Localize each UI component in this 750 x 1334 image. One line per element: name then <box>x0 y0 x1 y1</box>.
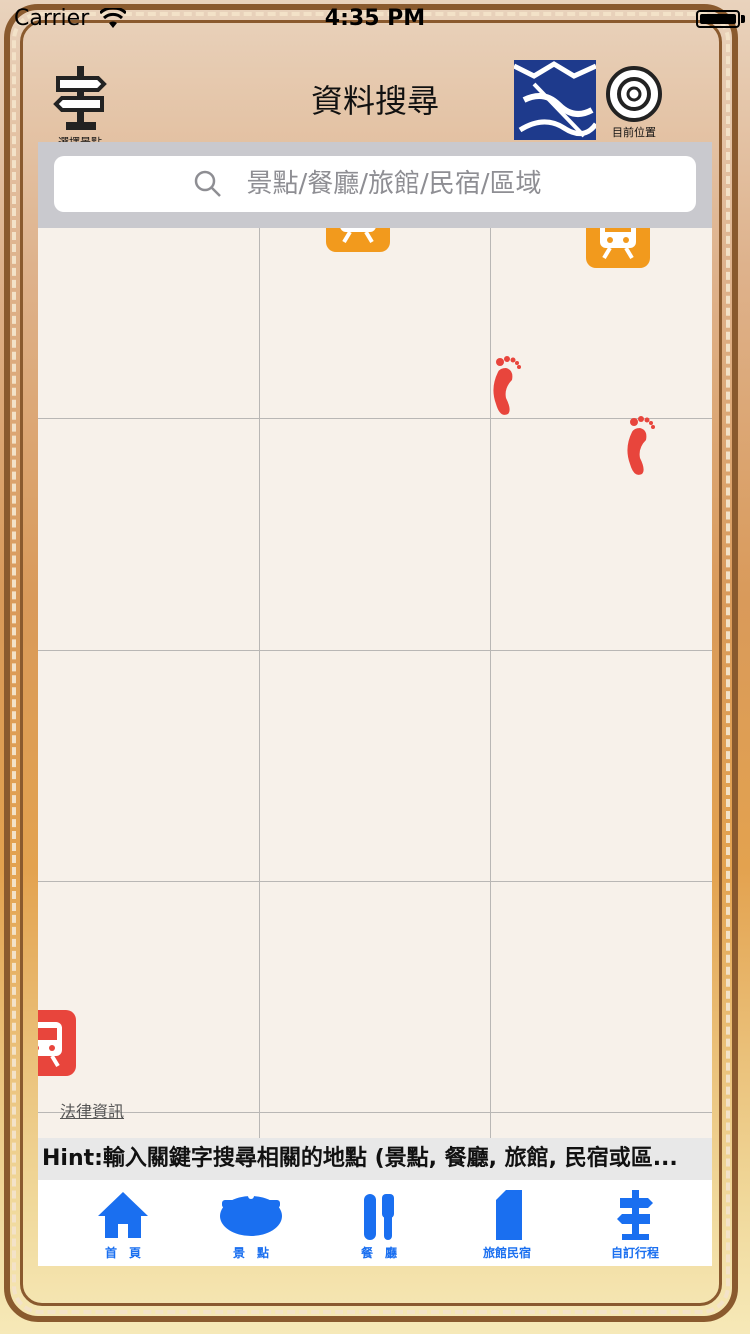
current-location-label: 目前位置 <box>612 126 656 139</box>
tab-restaurants-label: 餐 廳 <box>360 1246 397 1260</box>
attraction-icon <box>220 1193 282 1236</box>
battery-tip <box>741 15 745 23</box>
brand-logo <box>514 60 596 140</box>
tab-hotels-label: 旅館民宿 <box>482 1246 531 1260</box>
legal-info-link[interactable]: 法律資訊 <box>60 1098 124 1122</box>
home-icon <box>98 1192 148 1238</box>
tab-home[interactable]: 首 頁 <box>78 1186 168 1262</box>
status-bar: Carrier 4:35 PM <box>0 0 750 40</box>
navigation-bar: 選擇景點 資料搜尋 目前位置 <box>38 50 712 149</box>
map-grid-line <box>259 228 260 1138</box>
tab-itinerary[interactable]: 自訂行程 <box>590 1186 680 1262</box>
footprint-marker[interactable] <box>488 354 522 420</box>
tab-home-label: 首 頁 <box>104 1246 141 1260</box>
map-grid-line <box>38 1112 712 1113</box>
search-input[interactable] <box>54 156 696 212</box>
footprint-marker[interactable] <box>622 414 656 480</box>
status-time: 4:35 PM <box>324 6 426 31</box>
train-marker[interactable] <box>326 228 390 252</box>
tab-bar: 首 頁 景 點 餐 廳 旅館民宿 自訂行程 <box>38 1180 712 1266</box>
tab-itinerary-label: 自訂行程 <box>610 1246 659 1260</box>
search-field[interactable] <box>54 156 696 212</box>
location-target-icon <box>606 66 662 122</box>
tab-restaurants[interactable]: 餐 廳 <box>334 1186 424 1262</box>
map-view[interactable]: 法律資訊 <box>38 228 712 1138</box>
current-location-button[interactable]: 目前位置 <box>604 64 664 144</box>
map-grid-line <box>38 881 712 882</box>
tab-attractions-label: 景 點 <box>232 1246 269 1260</box>
tab-attractions[interactable]: 景 點 <box>206 1186 296 1262</box>
map-grid-line <box>38 650 712 651</box>
itinerary-icon <box>617 1190 653 1240</box>
hotel-icon <box>496 1190 522 1240</box>
train-marker[interactable] <box>586 228 650 268</box>
restaurant-icon <box>364 1194 394 1240</box>
search-bar <box>38 142 712 228</box>
train-marker[interactable] <box>38 1010 76 1076</box>
battery-icon <box>696 10 740 28</box>
tab-hotels[interactable]: 旅館民宿 <box>462 1186 552 1262</box>
map-grid-line <box>38 418 712 419</box>
hint-text: Hint:輸入關鍵字搜尋相關的地點 (景點, 餐廳, 旅館, 民宿或區... <box>38 1138 712 1180</box>
